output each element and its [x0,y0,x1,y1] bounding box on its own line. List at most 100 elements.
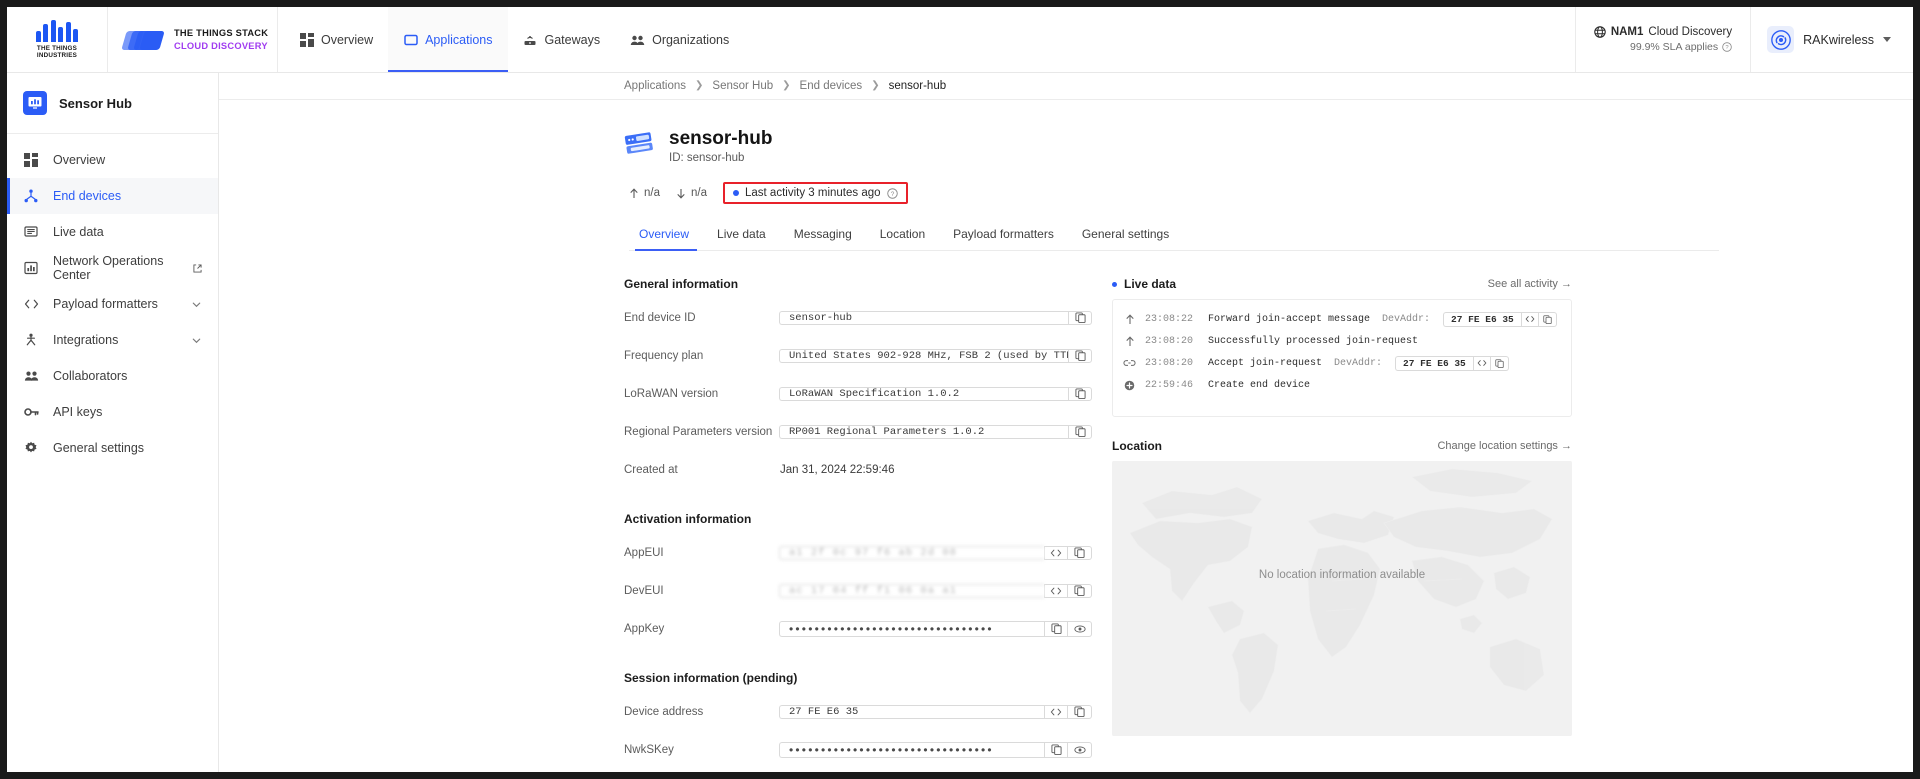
chevron-down-icon[interactable] [191,299,202,310]
tab-location[interactable]: Location [866,221,939,250]
question-circle-icon[interactable]: ? [1722,42,1732,52]
arrow-up-icon [1123,336,1136,347]
topnav-item-gateways[interactable]: Gateways [508,7,616,72]
copy-icon[interactable] [1538,311,1557,327]
copy-icon[interactable] [1068,545,1092,560]
integrations-icon [23,332,39,348]
tti-logo-line2: INDUSTRIES [36,52,78,59]
topnav-item-applications[interactable]: Applications [388,7,508,72]
sidebar-app-header[interactable]: Sensor Hub [7,73,218,134]
deveui-input[interactable]: ac 17 04 ff f1 06 0a a1 [779,583,1044,598]
top-header: THE THINGS INDUSTRIES THE THINGS STACK C… [7,7,1913,73]
appeui-input[interactable]: a1 2f 0c 97 f6 ab 2d 08 [779,545,1044,560]
breadcrumb-item-sensor-hub[interactable]: Sensor Hub [712,80,773,92]
appkey-masked-value[interactable]: •••••••••••••••••••••••••••••••• [789,622,994,636]
field-label: LoRaWAN version [624,387,719,400]
topnav-item-overview[interactable]: Overview [284,7,388,72]
created-at-value: Jan 31, 2024 22:59:46 [780,463,895,476]
sidebar-label-live-data: Live data [53,225,104,239]
tab-live-data[interactable]: Live data [703,221,780,250]
sidebar-app-name: Sensor Hub [59,95,132,111]
sidebar-item-collaborators[interactable]: Collaborators [7,358,218,394]
stack-cards-icon [121,27,166,53]
top-navigation: Overview Applications Gateways Organizat… [284,7,744,72]
lorawan-version-input[interactable]: LoRaWAN Specification 1.0.2 [779,386,1068,401]
sidebar-item-api-keys[interactable]: API keys [7,394,218,430]
code-icon[interactable] [1472,355,1491,371]
device-tabs: Overview Live data Messaging Location Pa… [629,221,1719,252]
sidebar-item-integrations[interactable]: Integrations [7,322,218,358]
plus-circle-icon [1123,380,1136,391]
tti-logo-line1: THE THINGS [36,44,78,52]
copy-icon[interactable] [1068,583,1092,598]
sidebar-item-network-operations-center[interactable]: Network Operations Center [7,250,218,286]
devaddr-value[interactable]: 27 FE E6 35 [1395,355,1473,371]
breadcrumb-item-applications[interactable]: Applications [624,80,686,92]
eye-icon[interactable] [1068,741,1092,758]
code-icon[interactable] [1520,311,1539,327]
code-icon[interactable] [1044,545,1068,560]
device-address-input[interactable]: 27 FE E6 35 [779,704,1044,719]
topnav-label-overview: Overview [321,32,374,47]
copy-icon[interactable] [1068,386,1092,401]
user-name-label: RAKwireless [1803,32,1874,47]
rakwireless-logo-icon [1767,26,1795,53]
world-map-icon [1112,461,1572,737]
devaddr-value[interactable]: 27 FE E6 35 [1443,311,1521,327]
field-device-address: Device address 27 FE E6 35 [624,696,1092,727]
uplink-value: n/a [644,187,660,200]
tab-general-settings[interactable]: General settings [1068,221,1183,250]
sidebar-item-end-devices[interactable]: End devices [7,178,218,214]
sidebar-item-general-settings[interactable]: General settings [7,430,218,466]
tab-overview[interactable]: Overview [629,221,703,252]
user-menu[interactable]: RAKwireless [1750,7,1913,72]
chevron-down-icon [1883,37,1891,42]
the-things-stack-logo[interactable]: THE THINGS STACK CLOUD DISCOVERY [108,7,278,72]
breadcrumb-item-end-devices[interactable]: End devices [800,80,863,92]
topnav-item-organizations[interactable]: Organizations [615,7,744,72]
eye-icon[interactable] [1068,620,1092,637]
live-data-row[interactable]: 23:08:22 Forward join-accept message Dev… [1123,308,1561,330]
key-icon [23,404,39,420]
question-circle-icon[interactable]: ? [886,188,898,199]
breadcrumb-separator-icon: ❯ [782,80,791,92]
live-data-row[interactable]: 23:08:20 Successfully processed join-req… [1123,330,1561,352]
sidebar-label-payload-formatters: Payload formatters [53,297,158,311]
sidebar-item-payload-formatters[interactable]: Payload formatters [7,286,218,322]
breadcrumb: Applications ❯ Sensor Hub ❯ End devices … [219,73,1913,100]
tab-messaging[interactable]: Messaging [780,221,866,250]
link-icon [1123,358,1136,368]
see-all-activity-link[interactable]: See all activity → [1488,278,1572,290]
the-things-industries-logo[interactable]: THE THINGS INDUSTRIES [7,7,108,72]
end-device-id-input[interactable]: sensor-hub [779,310,1068,325]
chevron-down-icon[interactable] [191,335,202,346]
copy-icon[interactable] [1068,704,1092,719]
copy-icon[interactable] [1044,620,1068,637]
tab-payload-formatters[interactable]: Payload formatters [939,221,1068,250]
frequency-plan-input[interactable]: United States 902-928 MHz, FSB 2 (used b… [779,348,1068,363]
copy-icon[interactable] [1068,348,1092,363]
grid-icon [23,152,39,168]
live-row-kv-label: DevAddr: [1334,357,1383,369]
change-location-settings-link[interactable]: Change location settings → [1437,440,1572,452]
copy-icon[interactable] [1044,741,1068,758]
main-area: Applications ❯ Sensor Hub ❯ End devices … [219,73,1913,772]
noc-chart-icon [23,260,39,276]
main-scroll-region[interactable]: sensor-hub ID: sensor-hub n/a n/a Last a… [219,100,1913,772]
regional-parameters-input[interactable]: RP001 Regional Parameters 1.0.2 [779,424,1068,439]
sidebar-item-overview[interactable]: Overview [7,142,218,178]
end-device-card-icon [624,131,655,157]
code-icon[interactable] [1044,583,1068,598]
code-icon[interactable] [1044,704,1068,719]
copy-icon[interactable] [1490,355,1509,371]
sidebar-item-live-data[interactable]: Live data [7,214,218,250]
copy-icon[interactable] [1068,310,1092,325]
nwkskey-masked-value[interactable]: •••••••••••••••••••••••••••••••• [789,743,994,757]
app-window: THE THINGS INDUSTRIES THE THINGS STACK C… [7,7,1913,772]
location-map[interactable]: No location information available [1112,461,1572,737]
sidebar-label-api-keys: API keys [53,405,103,419]
device-header: sensor-hub ID: sensor-hub [624,128,1913,164]
copy-icon[interactable] [1068,424,1092,439]
live-data-row[interactable]: 23:08:20 Accept join-request DevAddr: 27… [1123,352,1561,374]
live-data-row[interactable]: 22:59:46 Create end device [1123,374,1561,396]
